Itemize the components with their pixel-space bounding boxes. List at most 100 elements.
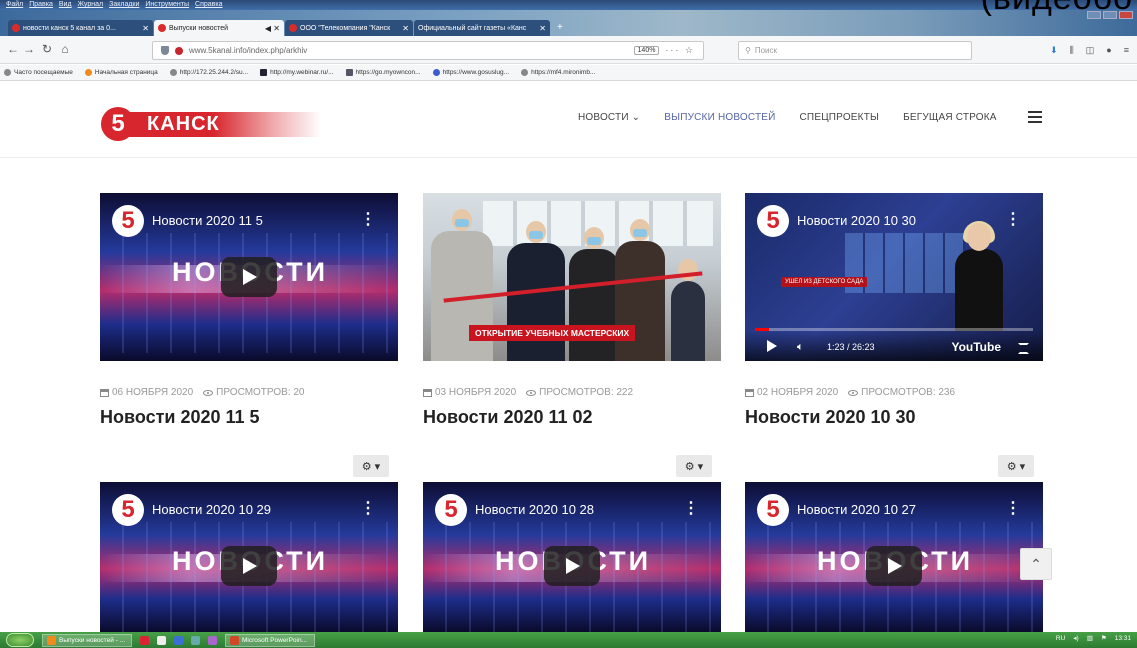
- close-tab-icon[interactable]: ✕: [142, 24, 149, 33]
- video-overlay-title: Новости 2020 11 5: [152, 213, 263, 228]
- new-tab-button[interactable]: +: [551, 20, 569, 36]
- play-button[interactable]: [866, 546, 922, 586]
- address-bar[interactable]: www.5kanal.info/index.php/arkhiv 140% ··…: [152, 41, 704, 60]
- back-icon[interactable]: ←: [6, 42, 20, 56]
- more-options-icon[interactable]: ⋮: [360, 209, 376, 229]
- pinned-app-icon[interactable]: [157, 635, 166, 645]
- library-icon[interactable]: ⫼: [1070, 45, 1074, 56]
- page-actions[interactable]: ··· ☆: [665, 45, 703, 56]
- play-button[interactable]: [221, 257, 277, 297]
- video-thumbnail[interactable]: 5 Новости 2020 10 29 ⋮ НОВОСТИ: [100, 482, 398, 632]
- settings-dropdown[interactable]: ⚙ ▾: [353, 455, 389, 477]
- bookmark-item[interactable]: http://my.webinar.ru/...: [260, 69, 334, 76]
- video-title[interactable]: Новости 2020 11 02: [423, 407, 721, 428]
- hamburger-icon[interactable]: [1028, 111, 1042, 123]
- taskbar-item-browser[interactable]: Выпуски новостей - ...: [42, 633, 132, 647]
- video-overlay-title: Новости 2020 10 30: [797, 213, 916, 228]
- pinned-app-icon[interactable]: [191, 635, 200, 645]
- window-controls: [1087, 11, 1133, 19]
- close-window-button[interactable]: [1119, 11, 1133, 19]
- volume-icon[interactable]: ◂): [1073, 634, 1078, 642]
- nav-news[interactable]: НОВОСТИ ⌄: [578, 112, 640, 123]
- nav-special-projects[interactable]: СПЕЦПРОЕКТЫ: [800, 112, 880, 123]
- bookmark-item[interactable]: https://go.myowncon...: [345, 69, 421, 76]
- video-player[interactable]: 5 Новости 2020 10 30 ⋮ УШЕЛ ИЗ ДЕТСКОГО …: [745, 193, 1043, 361]
- youtube-logo[interactable]: YouTube: [951, 340, 1001, 354]
- reload-icon[interactable]: ↻: [40, 42, 54, 56]
- minimize-button[interactable]: [1087, 11, 1101, 19]
- video-card: 5 Новости 2020 10 28 ⋮ НОВОСТИ: [423, 482, 721, 632]
- sidebar-icon[interactable]: ◫: [1086, 45, 1095, 56]
- video-thumbnail[interactable]: 5 Новости 2020 11 5 ⋮ НОВОСТИ: [100, 193, 398, 361]
- home-icon[interactable]: ⌂: [58, 42, 72, 56]
- video-meta: 06 НОЯБРЯ 2020 ПРОСМОТРОВ: 20: [100, 387, 398, 398]
- tab-telekompaniya[interactable]: ООО "Телекомпания "Канск ✕: [285, 20, 413, 36]
- site-logo[interactable]: 5 КАНСК: [101, 107, 321, 141]
- forward-icon[interactable]: →: [22, 42, 36, 56]
- flag-icon[interactable]: ⚑: [1101, 634, 1107, 642]
- video-title[interactable]: Новости 2020 11 5: [100, 407, 398, 428]
- scroll-to-top-button[interactable]: ⌃: [1020, 548, 1052, 580]
- tab-search[interactable]: новости канск 5 канал за 0... ✕: [8, 20, 153, 36]
- video-thumbnail[interactable]: ОТКРЫТИЕ УЧЕБНЫХ МАСТЕРСКИХ: [423, 193, 721, 361]
- settings-dropdown[interactable]: ⚙ ▾: [676, 455, 712, 477]
- network-icon[interactable]: ▥: [1087, 634, 1093, 642]
- open-menu-icon[interactable]: ≡: [1124, 45, 1129, 56]
- maximize-button[interactable]: [1103, 11, 1117, 19]
- menu-edit[interactable]: Правка: [29, 0, 53, 10]
- menu-history[interactable]: Журнал: [78, 0, 104, 10]
- download-icon[interactable]: ⬇: [1050, 45, 1058, 56]
- eye-icon: [848, 389, 859, 396]
- settings-dropdown[interactable]: ⚙ ▾: [998, 455, 1034, 477]
- gear-icon: ⚙ ▾: [1006, 460, 1026, 473]
- more-options-icon[interactable]: ⋮: [1005, 209, 1021, 229]
- play-button[interactable]: [544, 546, 600, 586]
- close-tab-icon[interactable]: ✕: [402, 24, 409, 33]
- url-text[interactable]: www.5kanal.info/index.php/arkhiv: [189, 46, 307, 55]
- system-tray: RU ◂) ▥ ⚑ 13:31: [1056, 634, 1131, 643]
- video-title[interactable]: Новости 2020 10 30: [745, 407, 1043, 428]
- person-figure: [615, 219, 665, 361]
- logo-badge: 5: [101, 107, 135, 141]
- menu-tools[interactable]: Инструменты: [145, 0, 189, 10]
- nav-news-releases[interactable]: ВЫПУСКИ НОВОСТЕЙ: [664, 112, 775, 123]
- pinned-app-icon[interactable]: [140, 635, 149, 645]
- play-button[interactable]: [221, 546, 277, 586]
- start-button[interactable]: [6, 633, 34, 647]
- menu-file[interactable]: Файл: [6, 0, 23, 10]
- bookmark-item[interactable]: http://172.25.244.2/su...: [169, 69, 248, 76]
- bookmark-item[interactable]: Часто посещаемые: [4, 69, 73, 76]
- tab-newspaper[interactable]: Официальный сайт газеты «Канс ✕: [414, 20, 550, 36]
- menu-view[interactable]: Вид: [59, 0, 72, 10]
- pinned-app-icon[interactable]: [174, 635, 183, 645]
- pinned-app-icon[interactable]: [208, 635, 217, 645]
- bookmark-item[interactable]: https://www.gosuslug...: [432, 69, 509, 76]
- nav-ticker[interactable]: БЕГУЩАЯ СТРОКА: [903, 112, 997, 123]
- menu-bookmarks[interactable]: Закладки: [109, 0, 139, 10]
- video-thumbnail[interactable]: 5 Новости 2020 10 27 ⋮ НОВОСТИ: [745, 482, 1043, 632]
- progress-bar[interactable]: [755, 328, 1033, 331]
- video-card: 5 Новости 2020 11 5 ⋮ НОВОСТИ 06 НОЯБРЯ …: [100, 193, 398, 428]
- bookmark-item[interactable]: https://mf4.mironimb...: [521, 69, 595, 76]
- extension-icon[interactable]: ●: [1106, 45, 1111, 56]
- fullscreen-icon[interactable]: [1018, 343, 1029, 354]
- channel-logo: 5: [757, 494, 789, 526]
- volume-icon[interactable]: 🔈︎: [797, 341, 804, 354]
- close-tab-icon[interactable]: ◀ ✕: [265, 24, 280, 33]
- video-thumbnail[interactable]: 5 Новости 2020 10 28 ⋮ НОВОСТИ: [423, 482, 721, 632]
- navigation-toolbar: ← → ↻ ⌂ www.5kanal.info/index.php/arkhiv…: [0, 36, 1137, 64]
- search-bar[interactable]: ⚲ Поиск: [738, 41, 972, 60]
- bookmark-item[interactable]: Начальная страница: [84, 69, 158, 76]
- more-options-icon[interactable]: ⋮: [360, 498, 376, 518]
- zoom-level[interactable]: 140%: [633, 46, 660, 55]
- close-tab-icon[interactable]: ✕: [539, 24, 546, 33]
- calendar-icon: [423, 388, 432, 397]
- clock[interactable]: 13:31: [1115, 635, 1131, 642]
- more-options-icon[interactable]: ⋮: [683, 498, 699, 518]
- taskbar-item-powerpoint[interactable]: Microsoft PowerPoin...: [225, 633, 315, 647]
- tab-news-releases[interactable]: Выпуски новостей ◀ ✕: [154, 20, 284, 36]
- more-options-icon[interactable]: ⋮: [1005, 498, 1021, 518]
- language-indicator[interactable]: RU: [1056, 635, 1065, 642]
- menu-help[interactable]: Справка: [195, 0, 222, 10]
- play-icon[interactable]: [767, 340, 777, 352]
